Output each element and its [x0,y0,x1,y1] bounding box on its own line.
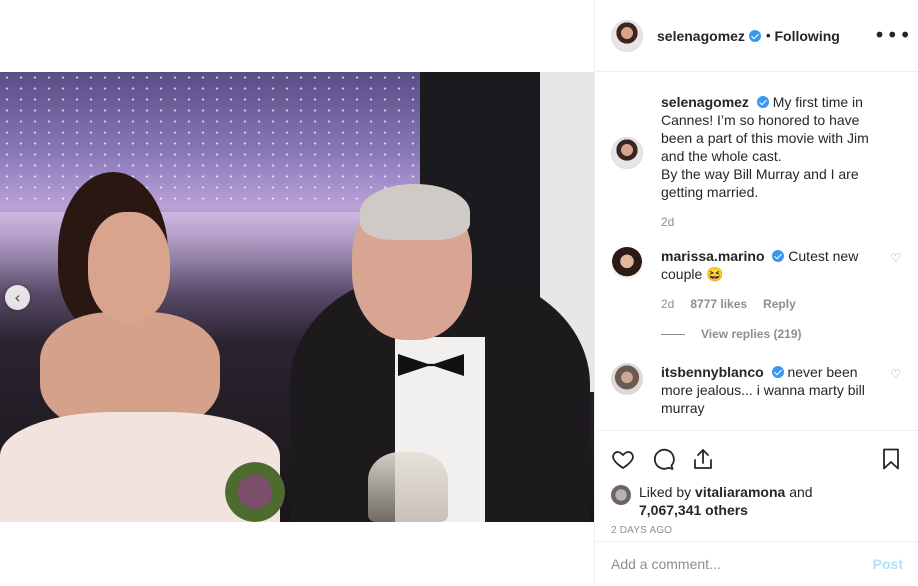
action-icons [611,439,903,479]
comment-likes[interactable]: 8777 likes [690,295,747,313]
header-separator: • [765,28,771,43]
reply-button[interactable]: Reply [763,295,796,313]
caption-age[interactable]: 2d [661,213,674,231]
caption: selenagomez My first time in Cannes! I’m… [611,93,903,231]
media-area: ‹ [0,0,594,586]
caption-body: selenagomez My first time in Cannes! I’m… [661,93,889,231]
comment-age[interactable]: 2d [661,295,674,313]
liked-by-prefix: Liked by [639,484,692,500]
comment-meta: 2d 8777 likes Reply [661,295,889,313]
photo-man-hair [360,184,470,240]
verified-badge-icon [756,96,769,108]
verified-badge-icon [748,29,761,42]
comment-username[interactable]: marissa.marino [661,248,765,264]
photo-woman-face [88,212,170,322]
view-replies-button[interactable]: View replies (219) [661,327,903,341]
header-username[interactable]: selenagomez [657,28,745,44]
view-replies-label: View replies (219) [701,327,802,341]
comment-icon[interactable] [651,447,675,471]
following-button[interactable]: Following [775,28,840,44]
caption-meta: 2d [661,213,889,231]
chevron-left-icon: ‹ [14,288,21,307]
replies-divider-line [661,333,685,335]
caption-username[interactable]: selenagomez [661,94,749,110]
bookmark-icon[interactable] [879,447,903,471]
verified-badge-icon [772,250,785,262]
comment-item: itsbennyblanco never been more jealous..… [611,363,903,417]
add-comment-bar: Post [595,541,918,586]
post-details-panel: selenagomez • Following ••• selenagomez … [594,0,918,586]
likes-summary: Liked by vitaliaramona and 7,067,341 oth… [611,483,903,519]
comment-item: marissa.marino Cutest new couple 😆 2d 87… [611,247,903,313]
photo-flowers [225,462,285,522]
comment-username[interactable]: itsbennyblanco [661,364,764,380]
comment-like-heart-icon[interactable]: ♡ [890,367,901,381]
post-actions: Liked by vitaliaramona and 7,067,341 oth… [595,430,918,540]
avatar[interactable] [611,363,643,395]
comment-body: itsbennyblanco never been more jealous..… [661,363,889,417]
post-timestamp[interactable]: 2 days ago [611,525,903,536]
avatar[interactable] [611,485,631,505]
heart-icon[interactable] [611,447,635,471]
previous-slide-button[interactable]: ‹ [5,285,30,310]
liked-by-user[interactable]: vitaliaramona [695,484,785,500]
comment-body: marissa.marino Cutest new couple 😆 2d 87… [661,247,889,313]
avatar[interactable] [611,19,643,52]
caption-text-2: By the way Bill Murray and I are getting… [661,166,859,200]
liked-by-others[interactable]: 7,067,341 others [639,502,748,518]
comment-input[interactable] [611,556,873,572]
photo-glass [368,452,448,522]
verified-badge-icon [771,366,784,378]
post-photo[interactable] [0,72,594,522]
instagram-post: ‹ selenagomez • Following ••• selenagome… [0,0,918,586]
post-header: selenagomez • Following ••• [595,0,918,72]
more-options-icon[interactable]: ••• [874,25,912,45]
post-comment-button[interactable]: Post [873,556,903,572]
liked-by-and: and [789,484,813,500]
share-icon[interactable] [691,447,715,471]
comments-list[interactable]: selenagomez My first time in Cannes! I’m… [595,73,918,429]
comment-like-heart-icon[interactable]: ♡ [890,251,901,265]
likes-text: Liked by vitaliaramona and 7,067,341 oth… [639,483,813,519]
avatar[interactable] [611,137,643,169]
avatar[interactable] [611,247,643,279]
